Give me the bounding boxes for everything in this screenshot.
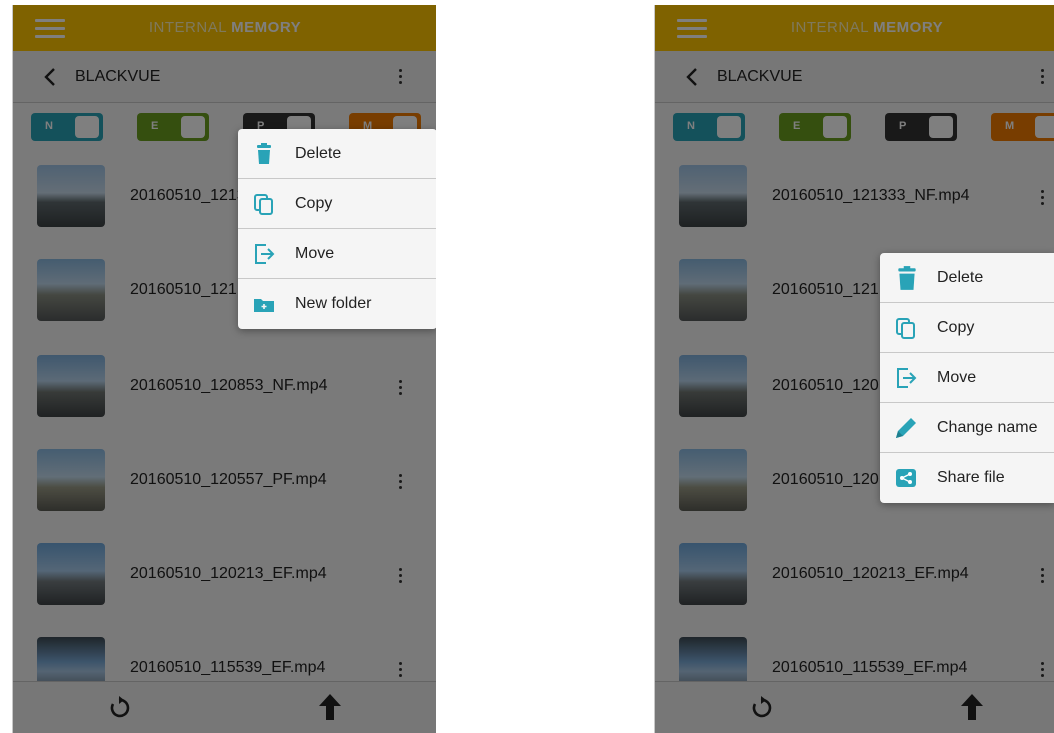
move-icon (897, 368, 917, 388)
menu-item-label: Delete (295, 145, 342, 162)
right-phone-screen: INTERNAL MEMORY BLACKVUE N E P M 2016051… (654, 5, 1054, 733)
left-phone-screen: INTERNAL MEMORY BLACKVUE N E P M 2016051… (12, 5, 436, 733)
modal-overlay[interactable] (13, 5, 436, 733)
menu-item-label: Change name (937, 419, 1038, 436)
copy-icon (896, 318, 915, 339)
menu-item-copy[interactable]: Copy (238, 179, 436, 229)
menu-item-label: Delete (937, 269, 984, 286)
menu-item-label: Move (295, 245, 335, 262)
trash-icon (257, 143, 271, 164)
new-folder-icon (254, 299, 274, 312)
menu-item-label: New folder (295, 295, 372, 312)
menu-item-move[interactable]: Move (880, 353, 1054, 403)
menu-item-copy[interactable]: Copy (880, 303, 1054, 353)
menu-item-delete[interactable]: Delete (238, 129, 436, 179)
menu-item-new-folder[interactable]: New folder (238, 279, 436, 329)
menu-item-label: Share file (937, 469, 1005, 486)
menu-item-delete[interactable]: Delete (880, 253, 1054, 303)
trash-icon (898, 266, 916, 290)
context-menu: Delete Copy Move New folder (238, 129, 436, 329)
menu-item-label: Move (937, 369, 977, 386)
menu-item-share-file[interactable]: Share file (880, 453, 1054, 503)
share-icon (896, 469, 916, 487)
pencil-icon (896, 418, 916, 438)
menu-item-label: Copy (937, 319, 975, 336)
menu-item-move[interactable]: Move (238, 229, 436, 279)
context-menu: Delete Copy Move Change name Share file (880, 253, 1054, 503)
menu-item-label: Copy (295, 195, 333, 212)
copy-icon (254, 194, 273, 215)
move-icon (255, 244, 275, 264)
menu-item-change-name[interactable]: Change name (880, 403, 1054, 453)
